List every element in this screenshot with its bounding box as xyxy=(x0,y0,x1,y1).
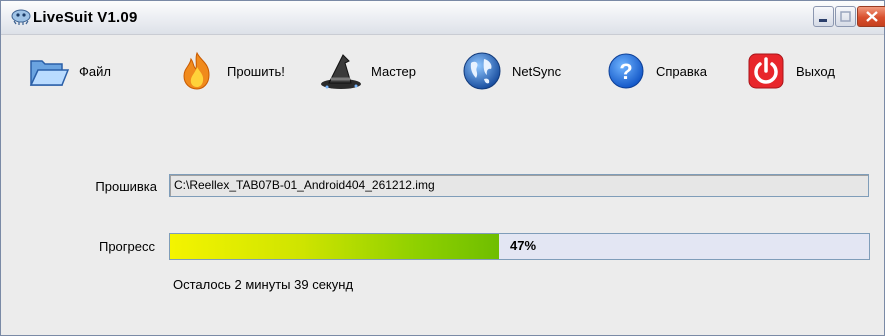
firmware-path-field[interactable]: C:\Reellex_TAB07B-01_Android404_261212.i… xyxy=(169,174,869,197)
livesuit-window: LiveSuit V1.09 Файл Прошить! Мастер NetS… xyxy=(0,0,885,336)
toolbar-flash-label: Прошить! xyxy=(227,63,285,79)
progress-label: Прогресс xyxy=(98,239,155,254)
progress-bar: 47% xyxy=(169,233,870,260)
progress-fill xyxy=(170,234,499,259)
close-icon xyxy=(866,11,878,22)
toolbar-exit-label: Выход xyxy=(796,63,835,79)
close-button[interactable] xyxy=(857,6,885,27)
toolbar-file-button[interactable]: Файл xyxy=(27,51,111,91)
toolbar-help-label: Справка xyxy=(656,63,707,79)
maximize-icon xyxy=(840,11,851,22)
title-bar[interactable]: LiveSuit V1.09 xyxy=(1,1,885,35)
wizard-hat-icon xyxy=(319,51,363,91)
app-icon xyxy=(11,9,31,25)
globe-icon xyxy=(460,51,504,91)
svg-text:?: ? xyxy=(619,59,632,84)
toolbar-wizard-label: Мастер xyxy=(371,63,416,79)
time-remaining: Осталось 2 минуты 39 секунд xyxy=(173,277,354,292)
toolbar-flash-button[interactable]: Прошить! xyxy=(175,51,285,91)
toolbar-netsync-label: NetSync xyxy=(512,63,562,79)
toolbar-wizard-button[interactable]: Мастер xyxy=(319,51,416,91)
toolbar-netsync-button[interactable]: NetSync xyxy=(460,51,561,91)
toolbar-exit-button[interactable]: Выход xyxy=(744,51,835,91)
minimize-icon xyxy=(819,19,827,22)
power-icon xyxy=(744,51,788,91)
toolbar-file-label: Файл xyxy=(79,63,111,79)
firmware-label: Прошивка xyxy=(95,179,157,194)
flame-icon xyxy=(175,51,219,91)
minimize-button[interactable] xyxy=(813,6,834,27)
toolbar-help-button[interactable]: ? Справка xyxy=(604,51,707,91)
maximize-button[interactable] xyxy=(835,6,856,27)
open-folder-icon xyxy=(27,51,71,91)
window-title: LiveSuit V1.09 xyxy=(33,9,138,26)
help-icon: ? xyxy=(604,51,648,91)
progress-percent: 47% xyxy=(510,238,537,253)
